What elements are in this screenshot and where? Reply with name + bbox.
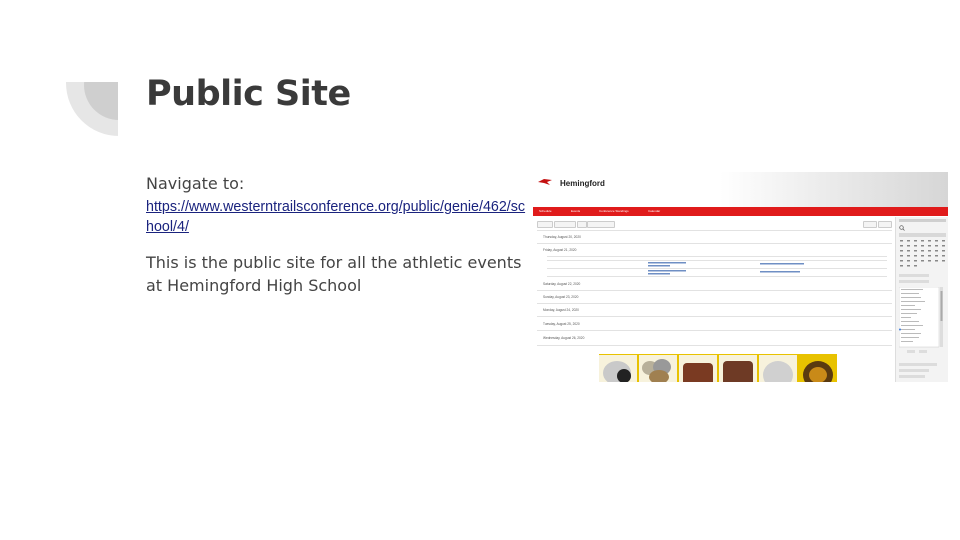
slide-body: Navigate to: https://www.westerntrailsco…: [146, 173, 526, 297]
coin-image: [759, 355, 797, 382]
public-site-link[interactable]: https://www.westerntrailsconference.org/…: [146, 197, 526, 237]
view-toggle-b[interactable]: [878, 221, 892, 228]
nav-item-events[interactable]: Events: [571, 209, 580, 213]
day-header: Monday, August 24, 2020: [543, 308, 579, 312]
prev-button[interactable]: [537, 221, 553, 228]
sponsor-banner: [599, 354, 837, 382]
day-header: Wednesday, August 26, 2020: [543, 336, 585, 340]
view-toggle-a[interactable]: [863, 221, 877, 228]
coin-image: [639, 355, 677, 382]
site-nav-bar: Schedule Events Conference Standings Cal…: [533, 207, 948, 216]
next-button[interactable]: [577, 221, 587, 228]
event-links: [648, 262, 804, 275]
description-text: This is the public site for all the athl…: [146, 253, 522, 295]
day-header: Friday, August 21, 2020: [543, 248, 577, 252]
date-picker-button[interactable]: [587, 221, 615, 228]
day-header: Sunday, August 23, 2020: [543, 295, 579, 299]
coin-image: [719, 355, 757, 382]
school-logo-icon: [538, 179, 552, 185]
slide-title: Public Site: [146, 74, 351, 114]
nav-item-calendar[interactable]: Calendar: [648, 209, 660, 213]
site-screenshot: Hemingford Schedule Events Conference St…: [533, 172, 948, 382]
day-header: Thursday, August 20, 2020: [543, 235, 581, 239]
slide: Public Site Navigate to: https://www.wes…: [0, 0, 960, 540]
mini-calendar[interactable]: [899, 233, 946, 269]
filter-checkbox-list[interactable]: [899, 287, 943, 357]
nav-item-schedule[interactable]: Schedule: [539, 209, 552, 213]
search-icon[interactable]: [899, 225, 905, 231]
coin-image: [799, 355, 837, 382]
coin-image: [679, 355, 717, 382]
navigate-label: Navigate to:: [146, 174, 245, 193]
day-header: Saturday, August 22, 2020: [543, 282, 581, 286]
site-sidebar: [895, 217, 948, 382]
day-header: Tuesday, August 25, 2020: [543, 322, 580, 326]
site-toolbar: [537, 221, 892, 228]
site-name: Hemingford: [560, 179, 605, 188]
coin-image: [599, 355, 637, 382]
site-header: Hemingford: [533, 172, 948, 207]
nav-item-standings[interactable]: Conference Standings: [599, 209, 629, 213]
today-button[interactable]: [554, 221, 576, 228]
